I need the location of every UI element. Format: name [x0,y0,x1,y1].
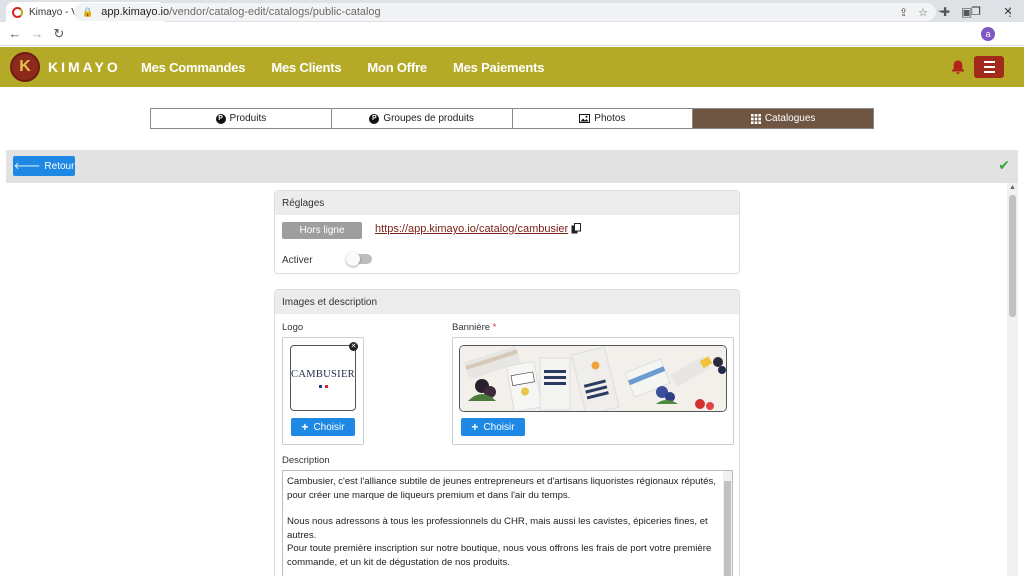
tab-photos[interactable]: Photos [513,109,694,128]
menu-mon-offre[interactable]: Mon Offre [367,60,427,75]
lock-icon[interactable]: 🔒 [82,7,93,18]
address-bar[interactable]: 🔒 app.kimayo.io/vendor/catalog-edit/cata… [74,3,936,21]
back-button[interactable]: 🡐 Retour [13,156,75,176]
saved-check-icon: ✔ [998,157,1010,173]
activate-toggle[interactable] [346,252,372,266]
logo-upload-box: CAMBUSIER ✕ + Choisir [282,337,364,445]
back-button-label: Retour [44,160,75,172]
scrollbar-thumb[interactable] [1009,195,1016,317]
tab-label: Catalogues [764,113,816,124]
toggle-knob [346,252,360,266]
browser-toolbar: ← → ↻ [0,22,1024,46]
banner-label: Bannière * [452,322,497,333]
kimayo-logo-icon: K [10,52,40,82]
settings-panel-title: Réglages [275,191,739,215]
public-catalog-link[interactable]: https://app.kimayo.io/catalog/cambusier [375,223,568,235]
bookmark-star-icon[interactable]: ☆ [918,6,928,19]
tab-label: Produits [229,113,267,124]
plus-icon: + [301,420,309,434]
tab-groupes-de-produits[interactable]: P Groupes de produits [332,109,513,128]
catalog-tabs: P Produits P Groupes de produits Photos … [150,108,874,129]
activate-label: Activer [282,255,313,266]
images-description-panel: Images et description Logo CAMBUSIER ✕ +… [274,289,740,576]
description-textarea[interactable]: Cambusier, c'est l'alliance subtile de j… [282,470,733,576]
tab-produits[interactable]: P Produits [151,109,332,128]
banner-upload-box: + Choisir [452,337,734,445]
action-bar: 🡐 Retour ✔ [6,150,1018,183]
tab-catalogues[interactable]: Catalogues [693,109,873,128]
notifications-bell-icon[interactable] [950,59,966,75]
kimayo-logo[interactable]: K KIMAYO [10,52,121,82]
hamburger-menu-button[interactable] [974,56,1004,78]
copy-icon[interactable] [571,223,581,237]
kimayo-favicon-icon [12,6,23,18]
description-blank-line [287,502,716,515]
plus-icon: + [471,420,479,434]
brand-name: KIMAYO [48,59,121,75]
tab-label: Photos [594,113,626,124]
p-circle-icon: P [369,113,380,124]
choose-label: Choisir [313,421,345,433]
settings-panel: Réglages Hors ligne https://app.kimayo.i… [274,190,740,274]
description-paragraph: Cambusier, c'est l'alliance subtile de j… [287,476,716,501]
banner-preview [459,345,727,412]
image-icon [579,114,591,123]
reload-icon[interactable]: ↻ [48,26,70,42]
description-paragraph: Pour toute première inscription sur notr… [287,543,712,568]
choose-logo-button[interactable]: + Choisir [291,418,355,436]
arrow-left-icon: 🡐 [13,161,41,172]
logo-brand-text: CAMBUSIER [291,368,355,380]
share-icon[interactable]: ⇪ [899,6,908,19]
app-header: K KIMAYO Mes Commandes Mes Clients Mon O… [0,47,1024,87]
url-host: app.kimayo.io [101,6,170,18]
side-panel-icon[interactable]: ▣ [961,3,972,21]
description-paragraph: Nous nous adressons à tous les professio… [287,516,708,541]
extensions-icon[interactable]: ✚ [940,3,950,21]
browser-menu-icon[interactable]: ⋮ [1004,3,1016,21]
description-label: Description [282,455,330,466]
menu-mes-paiements[interactable]: Mes Paiements [453,60,545,75]
description-scrollbar[interactable] [723,471,732,576]
remove-logo-icon[interactable]: ✕ [349,342,358,351]
page-scrollbar[interactable]: ▲ [1007,183,1018,576]
main-menu: Mes Commandes Mes Clients Mon Offre Mes … [141,47,545,87]
scroll-up-icon[interactable]: ▲ [1007,183,1018,193]
tab-label: Groupes de produits [383,113,474,124]
menu-mes-commandes[interactable]: Mes Commandes [141,60,246,75]
description-scrollbar-thumb[interactable] [724,481,731,576]
choose-banner-button[interactable]: + Choisir [461,418,525,436]
menu-mes-clients[interactable]: Mes Clients [271,60,341,75]
clipboard-icon [571,223,581,234]
profile-avatar[interactable]: a [981,27,995,41]
grid-icon [750,113,761,124]
forward-arrow-icon[interactable]: → [26,26,48,41]
logo-label: Logo [282,322,304,333]
images-panel-title: Images et description [275,290,739,314]
bell-icon [952,60,964,74]
choose-label: Choisir [483,421,515,433]
status-badge: Hors ligne [282,222,362,239]
p-circle-icon: P [215,113,226,124]
logo-preview: CAMBUSIER [290,345,356,411]
french-flag-icon [318,384,328,388]
banner-bottles-image [460,346,726,411]
url-path: /vendor/catalog-edit/catalogs/public-cat… [169,6,381,18]
back-arrow-icon[interactable]: ← [4,26,26,41]
